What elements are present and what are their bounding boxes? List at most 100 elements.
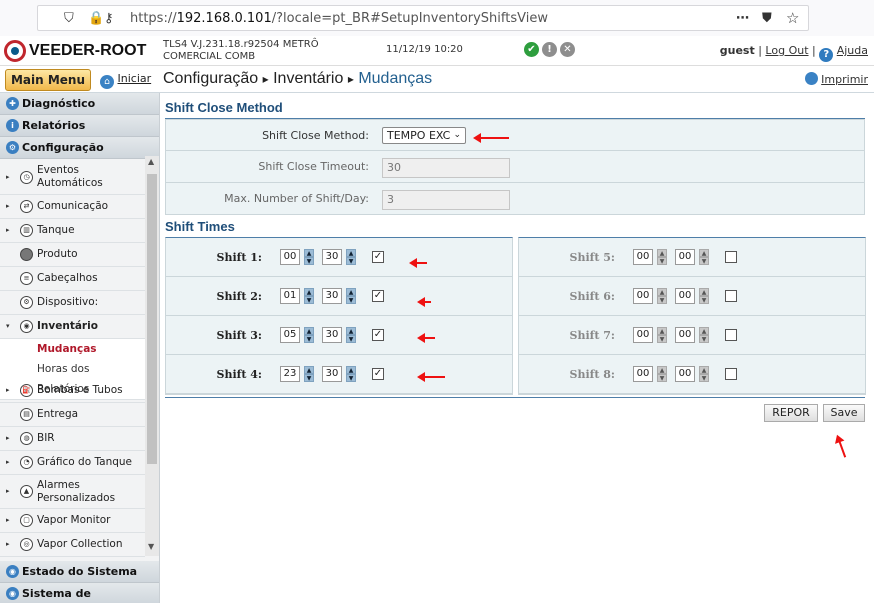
sidebar-section-relatorios[interactable]: i Relatórios [0, 115, 159, 137]
shift-2-minute-spinner[interactable]: ▲ ▼ [346, 288, 356, 304]
shift-3-hour-input[interactable]: 05 [280, 327, 300, 343]
shift-2-minute-input[interactable]: 30 [322, 288, 342, 304]
scroll-up-icon[interactable]: ▲ [148, 157, 154, 166]
shift-8-minute-input[interactable]: 00 [675, 366, 695, 382]
home-link[interactable]: Iniciar [118, 72, 152, 85]
sidebar-item-comunicacao[interactable]: ▸ ⇄ Comunicação [0, 195, 145, 219]
gear-icon: ⚙ [6, 141, 19, 154]
shift-row-7: Shift 7: 00 ▲ ▼ 00 ▲ ▼ [519, 316, 865, 355]
shift-1-hour-spinner[interactable]: ▲ ▼ [304, 249, 314, 265]
shift-4-hour-input[interactable]: 23 [280, 366, 300, 382]
shift-1-hour-input[interactable]: 00 [280, 249, 300, 265]
annotation-arrow [838, 440, 847, 458]
shift-4-hour-spinner[interactable]: ▲ ▼ [304, 366, 314, 382]
shift-8-minute-spinner[interactable]: ▲ ▼ [699, 366, 709, 382]
save-button[interactable]: Save [823, 404, 865, 422]
shift-5-hour-spinner[interactable]: ▲ ▼ [657, 249, 667, 265]
shift-1-minute-input[interactable]: 30 [322, 249, 342, 265]
sidebar-item-bombas[interactable]: ▸ ⛽ Bombas e Tubos [0, 379, 145, 403]
sidebar-item-eventos[interactable]: ▸ ◷ Eventos Automáticos [0, 160, 145, 195]
status-warning-icon[interactable]: ! [542, 42, 557, 57]
pump-icon: ⛽ [20, 384, 33, 397]
sidebar-item-grafico-tanque[interactable]: ▸ ◔ Gráfico do Tanque [0, 451, 145, 475]
shift-times-heading: Shift Times [165, 219, 235, 234]
sidebar-section-configuracao[interactable]: ⚙ Configuração [0, 137, 159, 159]
shift-1-checkbox[interactable]: ✓ [372, 251, 384, 263]
shift-close-method-select[interactable]: TEMPO EXC ⌄ [382, 127, 466, 144]
reset-button[interactable]: REPOR [764, 404, 818, 422]
annotation-arrow [417, 372, 445, 382]
sidebar-item-alarmes[interactable]: ▸ ▲ Alarmes Personalizados [0, 475, 145, 509]
shift-2-checkbox[interactable]: ✓ [372, 290, 384, 302]
sidebar-item-bir[interactable]: ▸ ◍ BIR [0, 427, 145, 451]
home-icon[interactable]: ⌂ [100, 75, 114, 89]
print-link[interactable]: Imprimir [821, 73, 868, 86]
sidebar-section-estado[interactable]: ◉ Estado do Sistema [0, 561, 159, 583]
shift-3-hour-spinner[interactable]: ▲ ▼ [304, 327, 314, 343]
sidebar-section-sistema[interactable]: ◉ Sistema de [0, 583, 159, 603]
shift-4-minute-input[interactable]: 30 [322, 366, 342, 382]
print-icon[interactable] [804, 72, 818, 85]
shift-5-hour-input[interactable]: 00 [633, 249, 653, 265]
shift-3-minute-spinner[interactable]: ▲ ▼ [346, 327, 356, 343]
reports-icon: i [6, 119, 19, 132]
sidebar-item-vapor-collection[interactable]: ▸ ◎ Vapor Collection [0, 533, 145, 557]
shift-close-method-row: Shift Close Method: TEMPO EXC ⌄ [165, 119, 865, 151]
shift-7-hour-spinner[interactable]: ▲ ▼ [657, 327, 667, 343]
shift-4-checkbox[interactable]: ✓ [372, 368, 384, 380]
shift-6-checkbox[interactable] [725, 290, 737, 302]
help-link[interactable]: Ajuda [837, 44, 868, 57]
shift-7-checkbox[interactable] [725, 329, 737, 341]
sidebar-scrollbar[interactable]: ▲ ▼ [145, 156, 159, 556]
pocket-icon[interactable]: ⛊ [762, 11, 772, 26]
shift-6-hour-input[interactable]: 00 [633, 288, 653, 304]
shift-6-minute-input[interactable]: 00 [675, 288, 695, 304]
shift-8-hour-input[interactable]: 00 [633, 366, 653, 382]
lock-warning-icon[interactable]: 🔒 [88, 11, 104, 26]
page-actions-icon[interactable]: ⋯ [736, 11, 749, 26]
sidebar-subitem-mudancas[interactable]: Mudanças [0, 339, 145, 360]
console-version: TLS4 V.J.231.18.r92504 METRÔ COMERCIAL CO… [163, 39, 319, 62]
shift-2-hour-input[interactable]: 01 [280, 288, 300, 304]
shift-4-minute-spinner[interactable]: ▲ ▼ [346, 366, 356, 382]
sidebar-item-tanque[interactable]: ▸ ▥ Tanque [0, 219, 145, 243]
shield-icon[interactable]: ⛉ [64, 11, 74, 26]
url-text[interactable]: https://192.168.0.101/?locale=pt_BR#Setu… [130, 11, 548, 26]
sidebar-item-entrega[interactable]: ▤ Entrega [0, 403, 145, 427]
inventory-icon: ◉ [20, 320, 33, 333]
status-ok-icon[interactable]: ✔ [524, 42, 539, 57]
shift-7-minute-spinner[interactable]: ▲ ▼ [699, 327, 709, 343]
annotation-arrow [417, 297, 431, 307]
shift-1-minute-spinner[interactable]: ▲ ▼ [346, 249, 356, 265]
sidebar-item-cabecalhos[interactable]: ≡ Cabeçalhos [0, 267, 145, 291]
sidebar-item-vapor-monitor[interactable]: ▸ ▢ Vapor Monitor [0, 509, 145, 533]
logout-link[interactable]: Log Out [765, 44, 808, 57]
bookmark-star-icon[interactable]: ☆ [786, 9, 799, 27]
shift-7-hour-input[interactable]: 00 [633, 327, 653, 343]
scrollbar-thumb[interactable] [147, 174, 157, 464]
shift-6-hour-spinner[interactable]: ▲ ▼ [657, 288, 667, 304]
device-icon: ⚙ [20, 296, 33, 309]
help-icon[interactable]: ? [819, 48, 834, 62]
shift-3-minute-input[interactable]: 30 [322, 327, 342, 343]
annotation-arrow [417, 333, 435, 343]
sidebar-item-dispositivo[interactable]: ⚙ Dispositivo: [0, 291, 145, 315]
sidebar-section-diagnostico[interactable]: ✚ Diagnóstico [0, 93, 159, 115]
sidebar-item-inventario[interactable]: ▾ ◉ Inventário [0, 315, 145, 339]
shift-5-minute-spinner[interactable]: ▲ ▼ [699, 249, 709, 265]
status-alarm-icon[interactable]: ✕ [560, 42, 575, 57]
shift-8-checkbox[interactable] [725, 368, 737, 380]
sidebar-item-produto[interactable]: Produto [0, 243, 145, 267]
shift-5-checkbox[interactable] [725, 251, 737, 263]
key-icon[interactable]: ⚷ [104, 11, 114, 26]
shift-2-hour-spinner[interactable]: ▲ ▼ [304, 288, 314, 304]
shift-5-minute-input[interactable]: 00 [675, 249, 695, 265]
main-menu-button[interactable]: Main Menu [5, 69, 91, 91]
scroll-down-icon[interactable]: ▼ [148, 542, 154, 551]
shift-8-hour-spinner[interactable]: ▲ ▼ [657, 366, 667, 382]
shift-7-minute-input[interactable]: 00 [675, 327, 695, 343]
address-bar[interactable]: ⛉ 🔒 ⚷ https://192.168.0.101/?locale=pt_B… [37, 5, 809, 31]
shift-6-minute-spinner[interactable]: ▲ ▼ [699, 288, 709, 304]
breadcrumb-separator: ▸ [262, 72, 269, 86]
shift-3-checkbox[interactable]: ✓ [372, 329, 384, 341]
